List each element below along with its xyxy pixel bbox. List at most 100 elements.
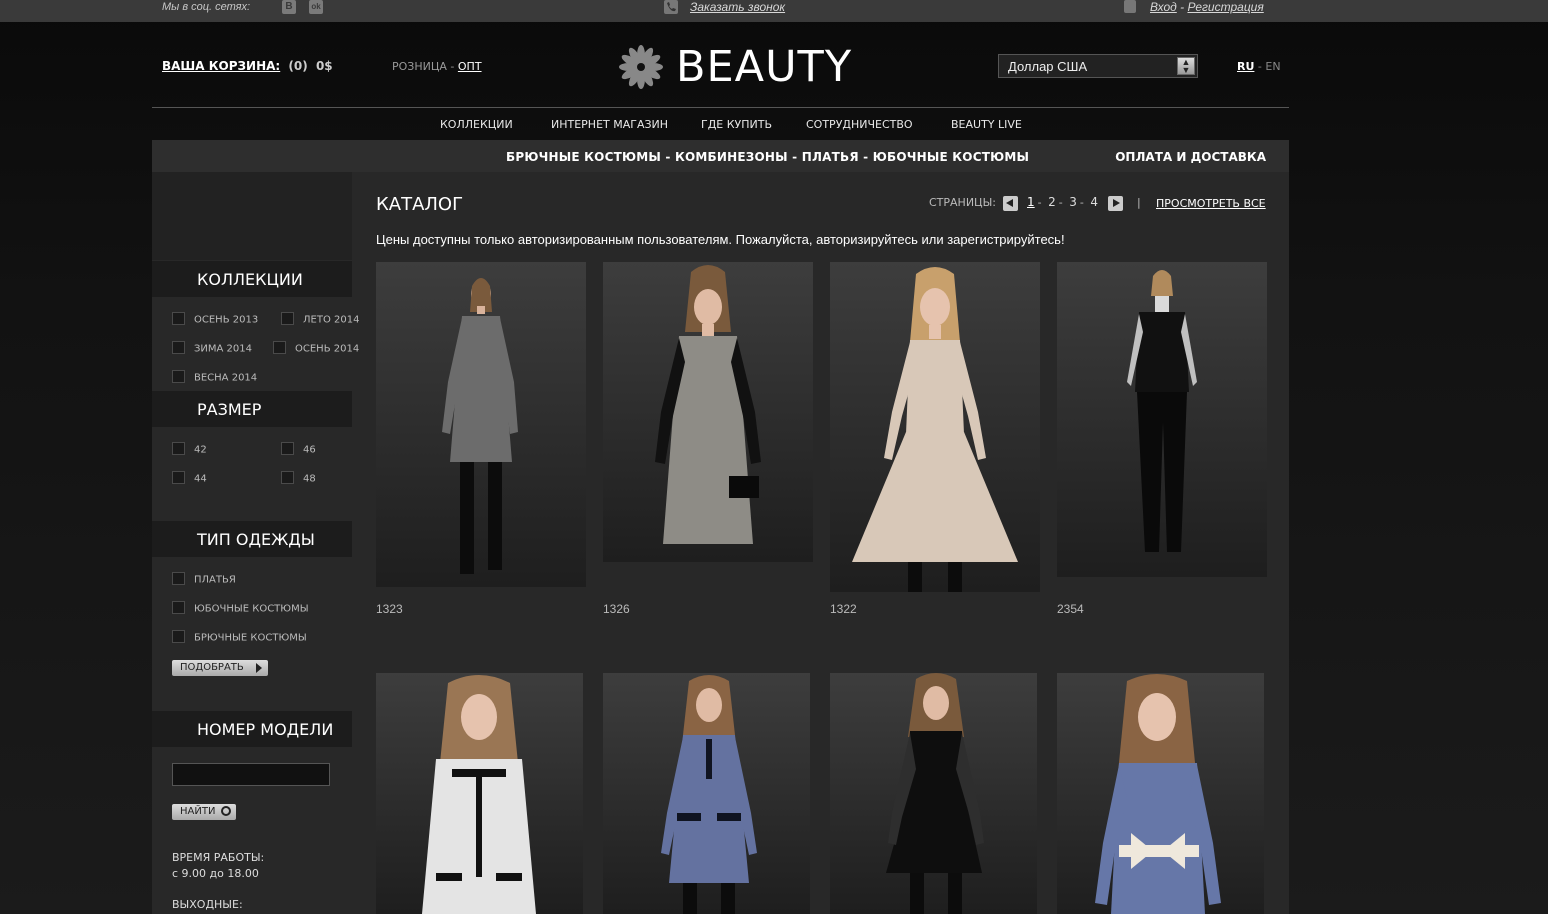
product-sku: 1322 (830, 602, 857, 616)
content-panel: БРЮЧНЫЕ КОСТЮМЫ - КОМБИНЕЗОНЫ - ПЛАТЬЯ -… (152, 140, 1289, 914)
filter-type-dresses[interactable]: ПЛАТЬЯ (172, 572, 236, 586)
lang-ru[interactable]: RU (1237, 60, 1254, 73)
checkbox[interactable] (172, 341, 185, 354)
product-photo[interactable] (1057, 673, 1264, 914)
checkbox[interactable] (172, 630, 185, 643)
checkbox-label: ЛЕТО 2014 (303, 314, 360, 326)
model-title: НОМЕР МОДЕЛИ (197, 720, 334, 739)
model-heading: НОМЕР МОДЕЛИ (152, 711, 352, 747)
logo[interactable]: BEAUTY (616, 40, 851, 94)
checkbox-label: 46 (303, 444, 316, 456)
nav-collections[interactable]: КОЛЛЕКЦИИ (440, 118, 513, 131)
pagination: СТРАНИЦЫ: 1- 2- 3- 4 | (929, 195, 1141, 211)
filter-type-skirt-suits[interactable]: ЮБОЧНЫЕ КОСТЮМЫ (172, 601, 309, 615)
currency-select[interactable]: Доллар США ▲ ▼ (998, 54, 1198, 78)
cart-label[interactable]: ВАША КОРЗИНА: (162, 59, 280, 73)
filter-type-trouser-suits[interactable]: БРЮЧНЫЕ КОСТЮМЫ (172, 630, 307, 644)
checkbox[interactable] (273, 341, 286, 354)
logo-text: BEAUTY (676, 42, 853, 92)
model-number-input[interactable] (172, 763, 330, 786)
flower-logo-icon (619, 45, 663, 89)
product-photo[interactable] (603, 673, 810, 914)
odnoklassniki-icon[interactable]: ok (309, 0, 323, 14)
checkbox[interactable] (172, 370, 185, 383)
select-arrows-icon[interactable]: ▲ ▼ (1177, 57, 1195, 75)
product-photo[interactable] (830, 673, 1037, 914)
page-separator: - (1058, 196, 1063, 209)
product-photo[interactable] (376, 262, 586, 587)
checkbox-label: ВЕСНА 2014 (194, 372, 258, 384)
retail-label[interactable]: РОЗНИЦА (392, 60, 447, 73)
auth-notice: Цены доступны только авторизированным по… (376, 232, 1065, 247)
price-mode-separator: - (446, 60, 458, 73)
product-photo[interactable] (376, 673, 583, 914)
page-4[interactable]: 4 (1090, 195, 1098, 209)
type-title: ТИП ОДЕЖДЫ (197, 530, 315, 549)
prev-page-icon[interactable] (1002, 195, 1018, 211)
lang-en[interactable]: EN (1265, 60, 1280, 73)
page-title: КАТАЛОГ (376, 194, 464, 215)
nav-cooperation[interactable]: СОТРУДНИЧЕСТВО (806, 118, 913, 131)
login-link[interactable]: Вход (1150, 0, 1177, 14)
view-all-link[interactable]: ПРОСМОТРЕТЬ ВСЕ (1156, 197, 1266, 210)
filter-collection-autumn-2014[interactable]: ОСЕНЬ 2014 (273, 341, 359, 355)
nav-online-shop[interactable]: ИНТЕРНЕТ МАГАЗИН (551, 118, 668, 131)
model-figure (442, 278, 518, 574)
filter-size-46[interactable]: 46 (281, 442, 316, 456)
next-page-icon[interactable] (1107, 195, 1123, 211)
page-2[interactable]: 2 (1048, 195, 1056, 209)
category-links[interactable]: БРЮЧНЫЕ КОСТЮМЫ - КОМБИНЕЗОНЫ - ПЛАТЬЯ -… (506, 150, 1029, 164)
nav-where-to-buy[interactable]: ГДЕ КУПИТЬ (701, 118, 772, 131)
product-photo[interactable] (1057, 262, 1267, 577)
lock-icon (1124, 0, 1136, 13)
checkbox[interactable] (172, 601, 185, 614)
checkbox[interactable] (281, 442, 294, 455)
social-label: Мы в соц. сетях: (162, 1, 251, 13)
product-photo[interactable] (830, 262, 1040, 592)
nav-beauty-live[interactable]: BEAUTY LIVE (951, 118, 1022, 131)
top-bar: Мы в соц. сетях: В ok Заказать звонок Вх… (0, 0, 1548, 22)
filter-collection-summer-2014[interactable]: ЛЕТО 2014 (281, 312, 360, 326)
page-separator: - (1079, 196, 1084, 209)
pagination-divider: | (1137, 196, 1141, 209)
checkbox[interactable] (172, 442, 185, 455)
page-3[interactable]: 3 (1069, 195, 1077, 209)
delivery-link[interactable]: ОПЛАТА И ДОСТАВКА (1115, 150, 1266, 164)
lang-separator: - (1254, 60, 1266, 73)
product-photo[interactable] (603, 262, 813, 562)
pages-label: СТРАНИЦЫ: (929, 196, 997, 209)
cart-total: 0$ (315, 59, 333, 73)
sidebar-top (152, 172, 352, 260)
checkbox[interactable] (172, 572, 185, 585)
size-title: РАЗМЕР (197, 400, 262, 419)
register-link[interactable]: Регистрация (1187, 0, 1263, 14)
vk-icon[interactable]: В (282, 0, 296, 14)
page-1[interactable]: 1 (1027, 195, 1035, 209)
product-sku: 2354 (1057, 602, 1084, 616)
collections-title: КОЛЛЕКЦИИ (197, 270, 303, 289)
filter-collection-autumn-2013[interactable]: ОСЕНЬ 2013 (172, 312, 258, 326)
cart[interactable]: ВАША КОРЗИНА: (0) 0$ (162, 59, 333, 73)
cart-count: (0) (288, 59, 308, 73)
checkbox[interactable] (172, 312, 185, 325)
pick-button[interactable]: ПОДОБРАТЬ (172, 660, 268, 676)
callback-link[interactable]: Заказать звонок (690, 0, 785, 14)
checkbox-label: 48 (303, 473, 316, 485)
filter-size-48[interactable]: 48 (281, 471, 316, 485)
filter-size-42[interactable]: 42 (172, 442, 207, 456)
filter-collection-winter-2014[interactable]: ЗИМА 2014 (172, 341, 252, 355)
filter-collection-spring-2014[interactable]: ВЕСНА 2014 (172, 370, 258, 384)
model-figure (1127, 270, 1197, 552)
checkbox[interactable] (281, 312, 294, 325)
auth-links: Вход - Регистрация (1124, 0, 1264, 14)
pick-button-label: ПОДОБРАТЬ (180, 662, 244, 673)
wholesale-link[interactable]: ОПТ (458, 60, 482, 73)
auth-separator: - (1180, 0, 1185, 14)
checkbox-label: ПЛАТЬЯ (194, 574, 236, 586)
filter-size-44[interactable]: 44 (172, 471, 207, 485)
hours-value: с 9.00 до 18.00 (172, 867, 259, 880)
checkbox[interactable] (281, 471, 294, 484)
checkbox[interactable] (172, 471, 185, 484)
language-switcher: RU - EN (1237, 60, 1281, 73)
find-button[interactable]: НАЙТИ (172, 804, 236, 820)
